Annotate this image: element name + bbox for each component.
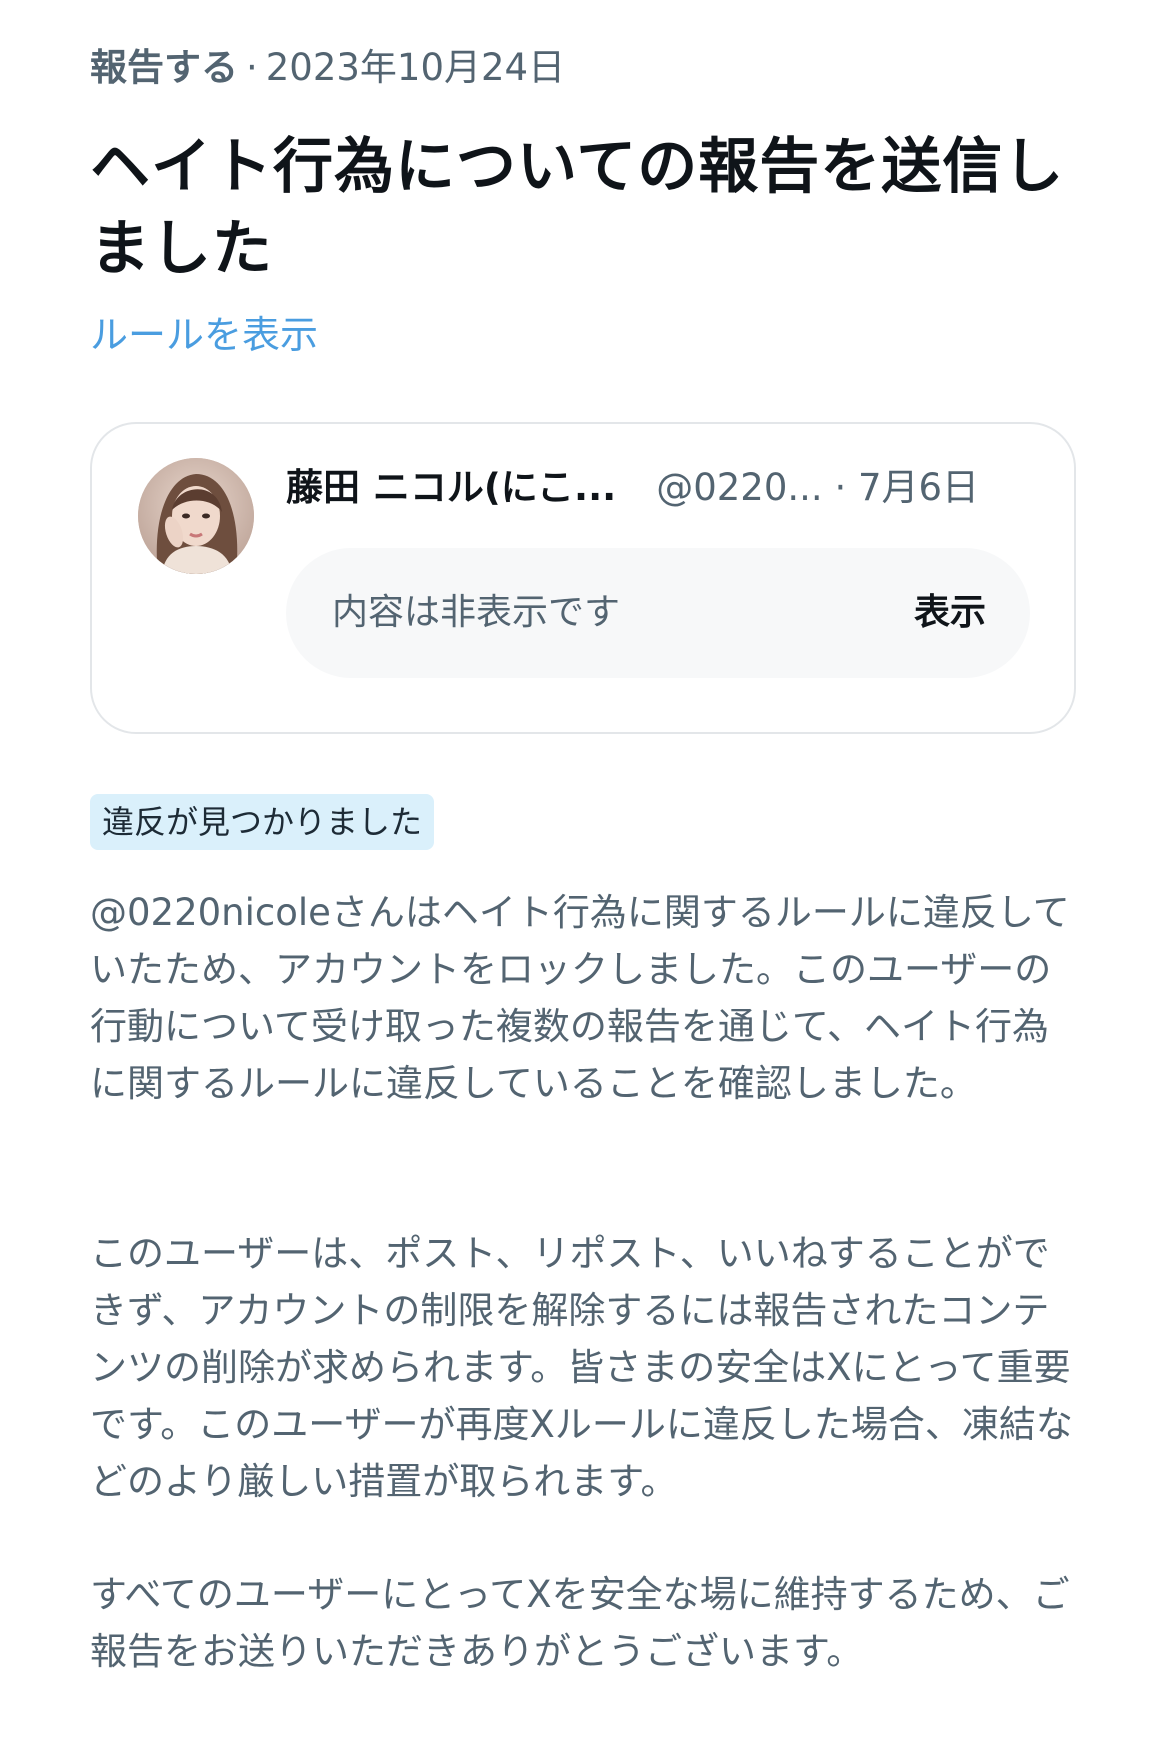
thanks-paragraph: すべてのユーザーにとってXを安全な場に維持するため、ご報告をお送りいただきありが…: [90, 1573, 1070, 1673]
post-author-handle[interactable]: @0220...: [656, 466, 822, 509]
post-author-name[interactable]: 藤田 ニコル(にこ...: [286, 466, 616, 509]
post-header: 藤田 ニコル(にこ... @0220... · 7月6日: [286, 464, 979, 512]
meta-separator: ·: [246, 46, 258, 89]
page-title: ヘイト行為についての報告を送信しました: [90, 132, 1065, 284]
report-source: 報告する: [90, 46, 238, 89]
hidden-content-text: 内容は非表示です: [332, 592, 621, 633]
report-date: 2023年10月24日: [265, 46, 566, 89]
hidden-content-notice: 内容は非表示です 表示: [286, 548, 1030, 678]
restriction-paragraph: このユーザーは、ポスト、リポスト、いいねすることができず、アカウントの制限を解除…: [90, 1232, 1073, 1503]
reported-post-card[interactable]: 藤田 ニコル(にこ... @0220... · 7月6日 内容は非表示です 表示: [90, 422, 1076, 734]
result-paragraph: @0220nicoleさんはヘイト行為に関するルールに違反していたため、アカウン…: [90, 891, 1070, 1105]
view-rules-link[interactable]: ルールを表示: [90, 310, 318, 360]
post-date: · 7月6日: [834, 466, 980, 509]
avatar[interactable]: [138, 458, 254, 574]
report-meta: 報告する · 2023年10月24日: [90, 44, 565, 92]
show-content-button[interactable]: 表示: [914, 589, 986, 637]
violation-found-badge: 違反が見つかりました: [90, 794, 435, 850]
